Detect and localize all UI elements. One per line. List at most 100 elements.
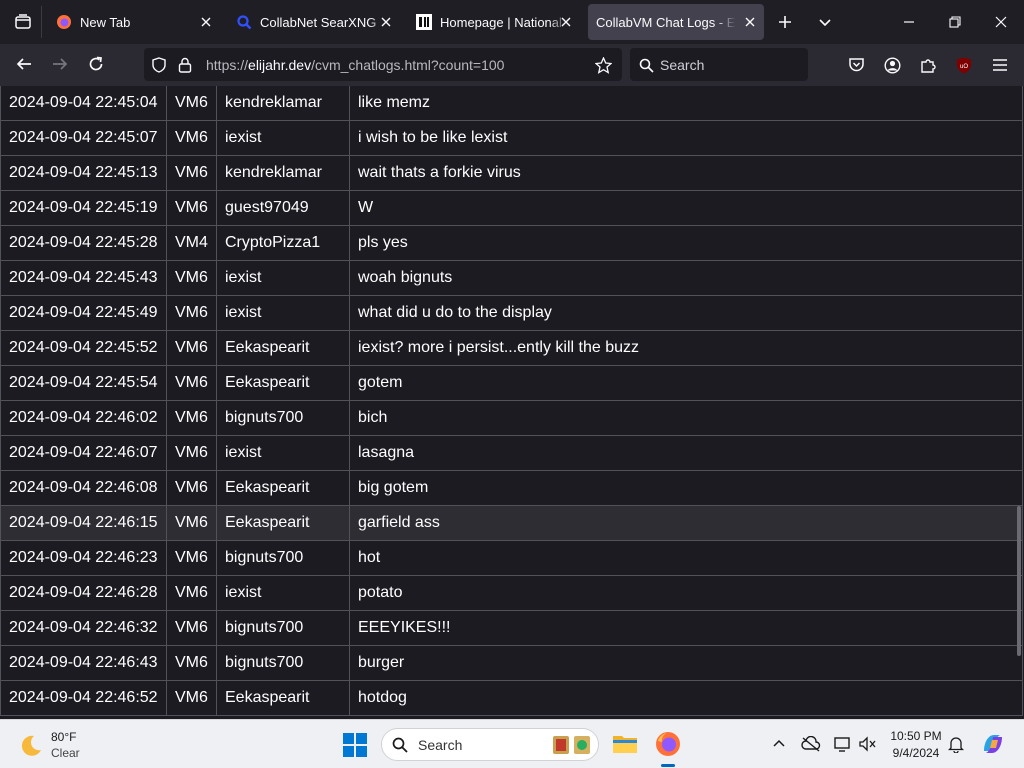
log-vm: VM4 [166, 224, 217, 261]
minimize-icon [904, 21, 914, 23]
scrollbar-thumb[interactable] [1017, 506, 1021, 656]
table-row: 2024-09-04 22:45:19 VM6 guest97049 W [0, 189, 1023, 226]
firefox-taskbar-button[interactable] [653, 729, 683, 759]
tab-national-memorial[interactable]: Homepage | National S [404, 4, 580, 40]
moon-weather-icon[interactable] [18, 733, 44, 759]
start-button[interactable] [342, 732, 368, 758]
ublock-origin-icon: uO [957, 57, 971, 73]
close-icon[interactable] [558, 14, 574, 30]
log-message: iexist? more i persist...ently kill the … [349, 329, 1023, 366]
minimize-button[interactable] [892, 6, 926, 38]
tab-new-tab[interactable]: New Tab [44, 4, 220, 40]
reload-button[interactable] [82, 50, 110, 78]
log-message: hotdog [349, 679, 1023, 716]
log-vm: VM6 [166, 364, 217, 401]
tab-label: CollabNet SearXNG [260, 14, 377, 30]
copilot-icon[interactable] [980, 731, 1006, 757]
table-row: 2024-09-04 22:46:43 VM6 bignuts700 burger [0, 644, 1023, 681]
log-message: garfield ass [349, 504, 1023, 541]
back-arrow-icon [16, 58, 31, 70]
navigation-toolbar: https://elijahr.dev/cvm_chatlogs.html?co… [0, 44, 1024, 86]
window-close-button[interactable] [984, 6, 1018, 38]
new-tab-button[interactable] [770, 8, 800, 36]
file-explorer-button[interactable] [611, 730, 639, 758]
app-menu-button[interactable] [988, 53, 1012, 77]
tab-collabvm-chat-logs[interactable]: CollabVM Chat Logs - Elija [588, 4, 764, 40]
log-message: what did u do to the display [349, 294, 1023, 331]
onedrive-offline-icon[interactable] [801, 734, 821, 754]
log-username: kendreklamar [216, 154, 350, 191]
account-icon [883, 56, 901, 74]
chat-log-table: 2024-09-04 22:45:04 VM6 kendreklamar like m… [0, 86, 1023, 716]
chevron-up-icon [773, 739, 785, 747]
address-bar[interactable]: https://elijahr.dev/cvm_chatlogs.html?co… [144, 48, 622, 81]
log-username: iexist [216, 119, 350, 156]
folder-icon [613, 736, 637, 753]
back-button[interactable] [10, 50, 38, 78]
table-row: 2024-09-04 22:46:08 VM6 Eekaspearit big got… [0, 469, 1023, 506]
table-row: 2024-09-04 22:45:52 VM6 Eekaspearit iexist?… [0, 329, 1023, 366]
volume-muted-icon[interactable] [857, 734, 877, 754]
active-app-indicator [661, 764, 675, 767]
log-username: iexist [216, 434, 350, 471]
close-icon[interactable] [742, 14, 758, 30]
close-icon[interactable] [378, 14, 394, 30]
log-time: 2024-09-04 22:45:54 [0, 364, 167, 401]
table-row: 2024-09-04 22:46:15 VM6 Eekaspearit garfiel… [0, 504, 1023, 541]
network-icon[interactable] [833, 734, 853, 754]
search-bar[interactable]: Search [630, 48, 808, 81]
search-placeholder: Search [660, 57, 705, 73]
lock-icon[interactable] [176, 56, 194, 74]
tracking-protection-shield-icon[interactable] [150, 56, 168, 74]
account-button[interactable] [880, 53, 904, 77]
forward-arrow-icon [53, 58, 68, 70]
firefox-view-icon [14, 14, 31, 29]
table-row: 2024-09-04 22:46:28 VM6 iexist potato [0, 574, 1023, 611]
weather-condition[interactable]: Clear [51, 746, 80, 760]
bookmark-star-icon[interactable] [594, 56, 612, 74]
log-message: lasagna [349, 434, 1023, 471]
log-vm: VM6 [166, 504, 217, 541]
log-message: woah bignuts [349, 259, 1023, 296]
firefox-icon [656, 732, 680, 756]
taskbar-search-box[interactable]: Search [381, 728, 599, 761]
close-icon[interactable] [198, 14, 214, 30]
pocket-button[interactable] [844, 53, 868, 77]
log-vm: VM6 [166, 259, 217, 296]
page-content: 2024-09-04 22:45:04 VM6 kendreklamar like m… [0, 86, 1024, 719]
forward-button[interactable] [46, 50, 74, 78]
log-message: big gotem [349, 469, 1023, 506]
search-highlight-icon [552, 734, 592, 761]
firefox-view-button[interactable] [4, 6, 42, 38]
log-time: 2024-09-04 22:46:02 [0, 399, 167, 436]
table-row: 2024-09-04 22:46:52 VM6 Eekaspearit hotdog [0, 679, 1023, 716]
tab-label: Homepage | National S [440, 14, 568, 30]
windows-logo-icon [343, 733, 367, 757]
extensions-button[interactable] [916, 53, 940, 77]
log-message: burger [349, 644, 1023, 681]
log-vm: VM6 [166, 574, 217, 611]
firefox-icon [56, 14, 72, 30]
clock-date[interactable]: 9/4/2024 [890, 746, 942, 760]
table-row: 2024-09-04 22:45:49 VM6 iexist what did u d… [0, 294, 1023, 331]
notifications-bell-icon[interactable] [946, 734, 966, 754]
restore-button[interactable] [938, 6, 972, 38]
log-time: 2024-09-04 22:45:07 [0, 119, 167, 156]
log-time: 2024-09-04 22:46:08 [0, 469, 167, 506]
url-domain: elijahr.dev [248, 57, 312, 73]
log-message: gotem [349, 364, 1023, 401]
table-row: 2024-09-04 22:46:07 VM6 iexist lasagna [0, 434, 1023, 471]
ublock-origin-button[interactable]: uO [952, 53, 976, 77]
log-time: 2024-09-04 22:46:28 [0, 574, 167, 611]
log-username: bignuts700 [216, 539, 350, 576]
log-username: guest97049 [216, 189, 350, 226]
clock-time[interactable]: 10:50 PM [890, 729, 942, 743]
log-vm: VM6 [166, 294, 217, 331]
url-text: https://elijahr.dev/cvm_chatlogs.html?co… [206, 57, 504, 73]
tab-collabnet-searxng[interactable]: CollabNet SearXNG [224, 4, 400, 40]
list-all-tabs-button[interactable] [810, 8, 840, 36]
log-username: bignuts700 [216, 399, 350, 436]
pocket-icon [848, 58, 864, 72]
show-hidden-icons-button[interactable] [769, 734, 789, 754]
weather-temperature[interactable]: 80°F [51, 730, 76, 744]
